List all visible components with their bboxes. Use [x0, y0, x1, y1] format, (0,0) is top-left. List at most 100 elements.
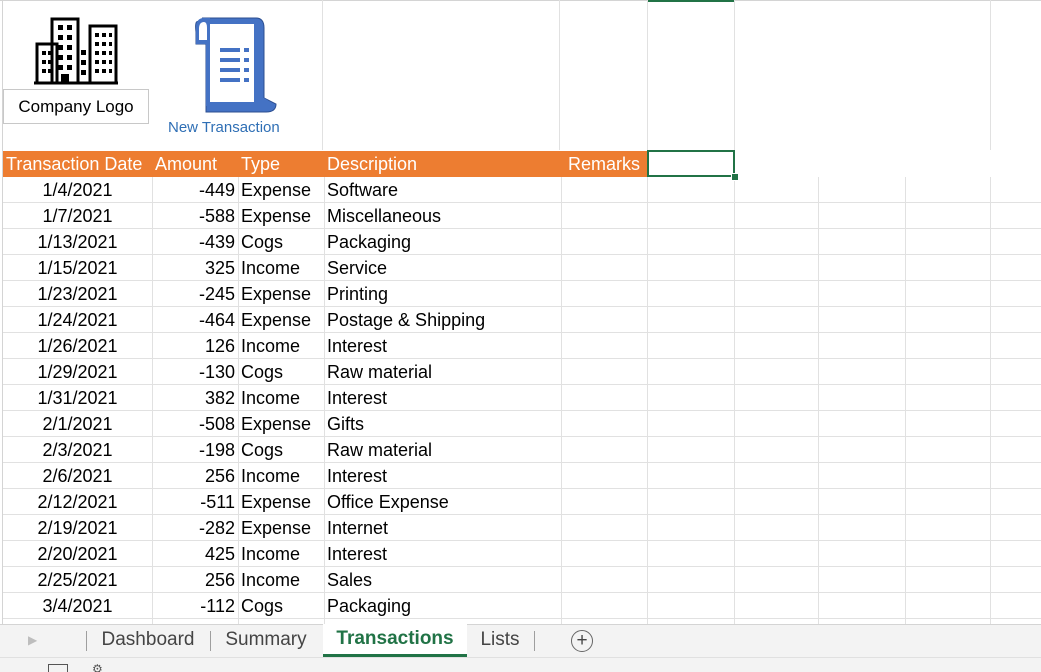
cell-description[interactable]: Packaging [324, 593, 561, 619]
cell-remarks[interactable] [561, 567, 647, 593]
cell-amount[interactable]: -508 [152, 411, 238, 437]
table-row[interactable]: 2/20/2021 425 Income Interest [3, 541, 1041, 567]
header-type[interactable]: Type [238, 151, 324, 177]
cell-type[interactable]: Expense [238, 489, 324, 515]
table-row[interactable]: 2/25/2021 256 Income Sales [3, 567, 1041, 593]
cell-description[interactable]: Sales [324, 567, 561, 593]
accessibility-icon[interactable]: ⚙ [92, 662, 103, 672]
cell-date[interactable]: 1/24/2021 [3, 307, 152, 333]
cell-remarks[interactable] [561, 359, 647, 385]
table-row[interactable]: 3/4/2021 -112 Cogs Packaging [3, 593, 1041, 619]
cell-amount[interactable]: -439 [152, 229, 238, 255]
cell-date[interactable]: 1/15/2021 [3, 255, 152, 281]
cell-description[interactable]: Interest [324, 463, 561, 489]
table-row[interactable]: 1/26/2021 126 Income Interest [3, 333, 1041, 359]
table-row[interactable]: 1/7/2021 -588 Expense Miscellaneous [3, 203, 1041, 229]
cell-remarks[interactable] [561, 281, 647, 307]
cell-remarks[interactable] [561, 255, 647, 281]
table-row[interactable]: 2/3/2021 -198 Cogs Raw material [3, 437, 1041, 463]
header-amount[interactable]: Amount [152, 151, 238, 177]
tab-summary[interactable]: Summary [212, 625, 320, 657]
cell-date[interactable]: 1/31/2021 [3, 385, 152, 411]
cell-remarks[interactable] [561, 385, 647, 411]
cell-remarks[interactable] [561, 489, 647, 515]
cell-type[interactable]: Cogs [238, 593, 324, 619]
cell-remarks[interactable] [561, 515, 647, 541]
cell-remarks[interactable] [561, 177, 647, 203]
cell-type[interactable]: Income [238, 385, 324, 411]
cell-date[interactable]: 1/13/2021 [3, 229, 152, 255]
tab-transactions[interactable]: Transactions [323, 624, 467, 657]
cell-amount[interactable]: -588 [152, 203, 238, 229]
building-icon[interactable] [34, 16, 118, 86]
cell-remarks[interactable] [561, 229, 647, 255]
header-transaction-date[interactable]: Transaction Date [3, 151, 152, 177]
table-row[interactable]: 2/1/2021 -508 Expense Gifts [3, 411, 1041, 437]
cell-amount[interactable]: -449 [152, 177, 238, 203]
cell-description[interactable]: Interest [324, 333, 561, 359]
cell-type[interactable]: Income [238, 463, 324, 489]
cell-remarks[interactable] [561, 333, 647, 359]
table-row[interactable]: 2/6/2021 256 Income Interest [3, 463, 1041, 489]
cell-date[interactable]: 2/25/2021 [3, 567, 152, 593]
cell-description[interactable]: Software [324, 177, 561, 203]
cell-amount[interactable]: 382 [152, 385, 238, 411]
cell-date[interactable]: 2/19/2021 [3, 515, 152, 541]
cell-remarks[interactable] [561, 463, 647, 489]
cell-type[interactable]: Income [238, 255, 324, 281]
cell-remarks[interactable] [561, 437, 647, 463]
cell-remarks[interactable] [561, 541, 647, 567]
cell-date[interactable]: 2/1/2021 [3, 411, 152, 437]
cell-type[interactable]: Cogs [238, 437, 324, 463]
receipt-icon[interactable] [188, 14, 278, 114]
sheet-view-icon[interactable] [48, 664, 68, 672]
cell-date[interactable]: 1/7/2021 [3, 203, 152, 229]
table-row[interactable]: 2/19/2021 -282 Expense Internet [3, 515, 1041, 541]
cell-type[interactable]: Expense [238, 515, 324, 541]
table-row[interactable]: 1/13/2021 -439 Cogs Packaging [3, 229, 1041, 255]
cell-description[interactable]: Gifts [324, 411, 561, 437]
cell-amount[interactable]: 256 [152, 567, 238, 593]
cell-date[interactable]: 1/26/2021 [3, 333, 152, 359]
cell-amount[interactable]: -464 [152, 307, 238, 333]
cell-type[interactable]: Expense [238, 203, 324, 229]
cell-amount[interactable]: 256 [152, 463, 238, 489]
table-row[interactable]: 2/12/2021 -511 Expense Office Expense [3, 489, 1041, 515]
cell-description[interactable]: Raw material [324, 359, 561, 385]
table-row[interactable]: 1/15/2021 325 Income Service [3, 255, 1041, 281]
cell-description[interactable]: Interest [324, 385, 561, 411]
cell-description[interactable]: Postage & Shipping [324, 307, 561, 333]
fill-handle[interactable] [731, 173, 739, 181]
table-row[interactable]: 1/4/2021 -449 Expense Software [3, 177, 1041, 203]
cell-type[interactable]: Income [238, 567, 324, 593]
cell-date[interactable]: 2/12/2021 [3, 489, 152, 515]
tab-lists[interactable]: Lists [468, 625, 532, 657]
cell-type[interactable]: Expense [238, 281, 324, 307]
table-row[interactable]: 1/23/2021 -245 Expense Printing [3, 281, 1041, 307]
cell-amount[interactable]: -245 [152, 281, 238, 307]
cell-amount[interactable]: -282 [152, 515, 238, 541]
cell-amount[interactable]: -511 [152, 489, 238, 515]
cell-amount[interactable]: -198 [152, 437, 238, 463]
cell-description[interactable]: Interest [324, 541, 561, 567]
worksheet-grid[interactable]: Company Logo New Transaction Transaction… [0, 0, 1041, 624]
company-logo-box[interactable]: Company Logo [3, 89, 149, 124]
header-description[interactable]: Description [324, 151, 561, 177]
cell-type[interactable]: Cogs [238, 359, 324, 385]
cell-date[interactable]: 2/20/2021 [3, 541, 152, 567]
cell-type[interactable]: Income [238, 333, 324, 359]
cell-type[interactable]: Income [238, 541, 324, 567]
cell-date[interactable]: 1/4/2021 [3, 177, 152, 203]
cell-amount[interactable]: -130 [152, 359, 238, 385]
cell-amount[interactable]: 425 [152, 541, 238, 567]
active-cell[interactable] [647, 150, 735, 177]
cell-description[interactable]: Printing [324, 281, 561, 307]
table-row[interactable]: 1/31/2021 382 Income Interest [3, 385, 1041, 411]
cell-type[interactable]: Expense [238, 411, 324, 437]
cell-description[interactable]: Miscellaneous [324, 203, 561, 229]
cell-remarks[interactable] [561, 411, 647, 437]
new-transaction-link[interactable]: New Transaction [168, 119, 280, 136]
cell-date[interactable]: 1/23/2021 [3, 281, 152, 307]
cell-description[interactable]: Office Expense [324, 489, 561, 515]
cell-remarks[interactable] [561, 593, 647, 619]
